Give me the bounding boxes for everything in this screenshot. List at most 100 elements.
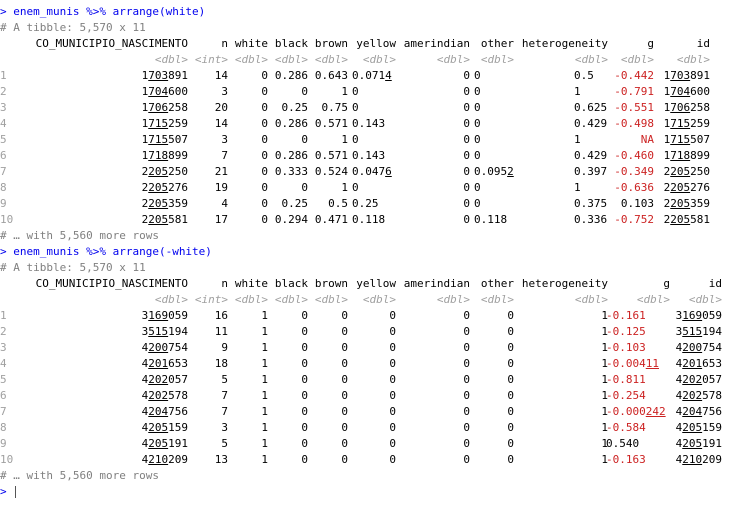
cell-amerindian: 0 xyxy=(463,165,470,178)
column-header-n: n xyxy=(221,37,228,50)
cell-yellow: 0 xyxy=(389,357,396,370)
column-header-id: id xyxy=(708,277,722,290)
cell-other: 0 xyxy=(474,69,481,82)
block2-type-row: <dbl> <int> <dbl> <dbl> <dbl> <dbl> <dbl> <dbl>… xyxy=(0,292,735,308)
r-console[interactable]: > enem_munis %>% arrange(white) # A tibbl… xyxy=(0,0,735,506)
cell-n: 19 xyxy=(214,181,228,194)
table-row: 2 3515194 11 1 0 0 0 0 0 1 -0.125 3515194 xyxy=(0,324,735,340)
cell-id: 1704600 xyxy=(663,85,710,98)
row-number: 8 xyxy=(0,421,7,434)
more-rows-text: # … with 5,560 more rows xyxy=(0,229,159,242)
console-input-line[interactable]: > xyxy=(0,484,17,500)
cell-other: 0 xyxy=(507,325,514,338)
tibble-note-text: # A tibble: 5,570 x 11 xyxy=(0,21,146,34)
cell-yellow: 0 xyxy=(352,181,359,194)
cell-g: -0.349 xyxy=(614,165,654,178)
column-header-heterogeneity: heterogeneity xyxy=(521,37,608,50)
cell-yellow: 0.0714 xyxy=(352,69,392,82)
cell-id: 2205250 xyxy=(663,165,710,178)
cell-white: 0 xyxy=(261,101,268,114)
cell-amerindian: 0 xyxy=(463,101,470,114)
cell-brown: 0.643 xyxy=(314,69,348,82)
cell-white: 0 xyxy=(261,181,268,194)
cell-municipio-code: 1715507 xyxy=(141,133,188,146)
cell-black: 0.286 xyxy=(274,149,308,162)
cell-heterogeneity: 1 xyxy=(574,181,581,194)
cell-yellow: 0 xyxy=(352,101,359,114)
row-number: 4 xyxy=(0,357,7,370)
cell-brown: 0.471 xyxy=(314,213,348,226)
column-header-brown: brown xyxy=(314,277,348,290)
cell-amerindian: 0 xyxy=(463,133,470,146)
cell-heterogeneity: 0.375 xyxy=(574,197,608,210)
cell-brown: 0 xyxy=(341,341,348,354)
cell-g: -0.811 xyxy=(606,373,646,386)
cell-white: 0 xyxy=(261,197,268,210)
column-header-other: other xyxy=(480,37,514,50)
cell-black: 0.286 xyxy=(274,69,308,82)
cell-white: 1 xyxy=(261,421,268,434)
cell-yellow: 0 xyxy=(389,325,396,338)
cell-municipio-code: 4202578 xyxy=(141,389,188,402)
column-header-black: black xyxy=(274,277,308,290)
column-type-n: <int> xyxy=(194,293,228,306)
cell-black: 0 xyxy=(301,341,308,354)
cell-amerindian: 0 xyxy=(463,453,470,466)
cell-brown: 0 xyxy=(341,309,348,322)
cell-n: 14 xyxy=(214,69,228,82)
more-rows-text: # … with 5,560 more rows xyxy=(0,469,159,482)
row-number: 4 xyxy=(0,117,7,130)
cell-municipio-code: 2205359 xyxy=(141,197,188,210)
column-type-white: <dbl> xyxy=(234,53,268,66)
table-row: 9 2205359 4 0 0.25 0.5 0.25 0 0 0.375 0.103 2205359 xyxy=(0,196,735,212)
cell-id: 1715259 xyxy=(663,117,710,130)
cell-g: NA xyxy=(640,133,654,146)
cell-id: 4204756 xyxy=(675,405,722,418)
column-header-amerindian: amerindian xyxy=(403,277,470,290)
table-row: 3 1706258 20 0 0.25 0.75 0 0 0 0.625 -0.551 1706258 xyxy=(0,100,735,116)
block1-more-rows: # … with 5,560 more rows xyxy=(0,228,159,244)
cell-n: 17 xyxy=(214,213,228,226)
cell-n: 14 xyxy=(214,117,228,130)
cell-n: 3 xyxy=(221,421,228,434)
cell-other: 0 xyxy=(507,309,514,322)
block2-command-line: > enem_munis %>% arrange(-white) xyxy=(0,244,212,260)
table-row: 1 3169059 16 1 0 0 0 0 0 1 -0.161 3169059 xyxy=(0,308,735,324)
cell-n: 3 xyxy=(221,133,228,146)
cell-g: -0.584 xyxy=(606,421,646,434)
cell-id: 3515194 xyxy=(675,325,722,338)
column-header-id: id xyxy=(696,37,710,50)
column-header-co_municipio_nascimento: CO_MUNICIPIO_NASCIMENTO xyxy=(35,277,188,290)
column-type-brown: <dbl> xyxy=(314,53,348,66)
cell-yellow: 0 xyxy=(389,405,396,418)
cell-amerindian: 0 xyxy=(463,309,470,322)
cell-heterogeneity: 1 xyxy=(601,325,608,338)
cell-amerindian: 0 xyxy=(463,325,470,338)
cell-municipio-code: 4202057 xyxy=(141,373,188,386)
column-type-yellow: <dbl> xyxy=(362,53,396,66)
cell-g: -0.636 xyxy=(614,181,654,194)
column-type-g: <dbl> xyxy=(620,53,654,66)
column-header-yellow: yellow xyxy=(356,277,396,290)
cell-n: 9 xyxy=(221,341,228,354)
column-type-id: <dbl> xyxy=(688,293,722,306)
cell-yellow: 0 xyxy=(389,421,396,434)
cell-black: 0 xyxy=(301,357,308,370)
cell-other: 0 xyxy=(474,117,481,130)
column-type-brown: <dbl> xyxy=(314,293,348,306)
cell-other: 0 xyxy=(507,341,514,354)
text-cursor xyxy=(15,486,17,498)
cell-white: 0 xyxy=(261,133,268,146)
cell-municipio-code: 1706258 xyxy=(141,101,188,114)
column-header-black: black xyxy=(274,37,308,50)
cell-n: 7 xyxy=(221,389,228,402)
cell-brown: 1 xyxy=(341,133,348,146)
cell-g: -0.00411 xyxy=(606,357,659,370)
cell-black: 0.286 xyxy=(274,117,308,130)
cell-other: 0 xyxy=(474,149,481,162)
cell-yellow: 0.25 xyxy=(352,197,379,210)
cell-heterogeneity: 0.5 xyxy=(574,69,594,82)
cell-municipio-code: 3515194 xyxy=(141,325,188,338)
cell-white: 0 xyxy=(261,165,268,178)
cell-n: 20 xyxy=(214,101,228,114)
